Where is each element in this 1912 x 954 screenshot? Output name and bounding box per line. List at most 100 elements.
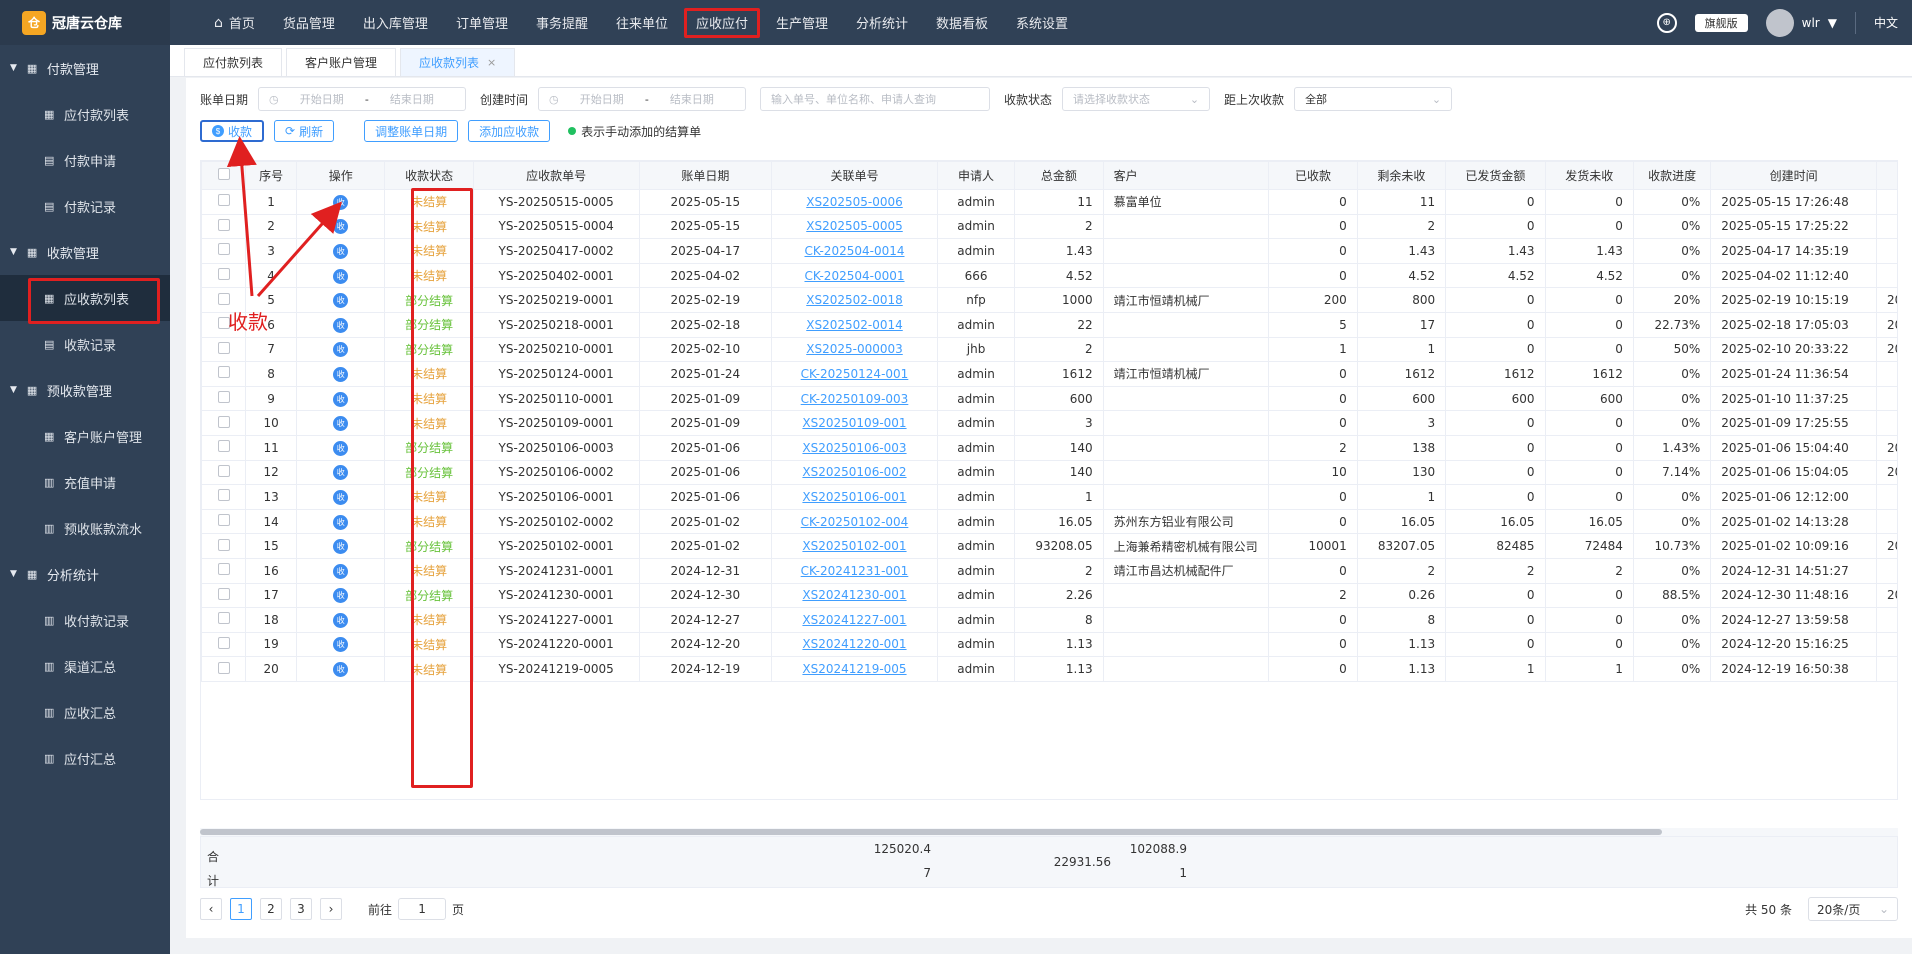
sidebar-item-3-0[interactable]: ▥ 收付款记录: [0, 597, 170, 643]
collect-row-icon[interactable]: 收: [333, 612, 349, 628]
adjust-bill-date-button[interactable]: 调整账单日期: [364, 120, 459, 142]
table-row[interactable]: 4 收 未结算 YS-20250402-0001 2025-04-02 CK-202504…: [201, 262, 1897, 289]
collect-row-icon[interactable]: 收: [333, 637, 349, 653]
related-order-link[interactable]: XS202502-0018: [806, 293, 903, 307]
related-order-link[interactable]: XS20250109-001: [802, 416, 906, 430]
collect-row-icon[interactable]: 收: [333, 440, 349, 456]
checkbox[interactable]: [217, 194, 230, 207]
nav-item-4[interactable]: 事务提醒: [522, 0, 602, 45]
related-order-link[interactable]: CK-20250124-001: [801, 367, 909, 381]
collect-row-icon[interactable]: 收: [333, 391, 349, 407]
row-checkbox-cell[interactable]: [201, 631, 247, 658]
table-row[interactable]: 6 收部分结算 YS-20250218-0001 2025-02-18 XS202502…: [201, 311, 1897, 338]
close-icon[interactable]: ×: [487, 56, 496, 69]
checkbox[interactable]: [217, 514, 230, 527]
sidebar-item-0-2[interactable]: ▤ 付款记录: [0, 183, 170, 229]
checkbox[interactable]: [217, 168, 230, 180]
nav-item-0[interactable]: ⌂ 首页: [200, 0, 269, 45]
table-row[interactable]: 3 收 未结算 YS-20250417-0002 2025-04-17 CK-202504…: [201, 238, 1897, 264]
scrollbar-thumb[interactable]: [200, 829, 1662, 835]
sidebar-item-3-3[interactable]: ▥ 应付汇总: [0, 735, 170, 781]
table-row[interactable]: 1 收 未结算 YS-20250515-0005 2025-05-15 XS202505-…: [201, 189, 1897, 215]
row-checkbox-cell[interactable]: [201, 459, 247, 486]
table-row[interactable]: 11 收 部分结算 YS-20250106-0003 2025-01-06 XS20250…: [201, 434, 1897, 461]
checkbox[interactable]: [217, 218, 230, 231]
page-button-3[interactable]: 3: [290, 898, 312, 920]
related-order-link[interactable]: XS202502-0014: [806, 318, 903, 332]
sidebar-group-1[interactable]: ▼ ▦ 收款管理: [0, 229, 170, 275]
collect-row-icon[interactable]: 收: [333, 342, 349, 358]
table-row[interactable]: 18 收 未结算 YS-20241227-0001 2024-12-27 XS202412…: [201, 607, 1897, 633]
collect-row-icon[interactable]: 收: [333, 539, 349, 555]
table-row[interactable]: 19 收 未结算 YS-20241220-0001 2024-12-20 XS202412…: [201, 631, 1897, 658]
table-row[interactable]: 5 收部分结算 YS-20250219-0001 2025-02-19 XS202502…: [201, 287, 1897, 313]
related-order-link[interactable]: XS20250106-003: [802, 441, 906, 455]
checkbox[interactable]: [217, 243, 230, 256]
row-checkbox-cell[interactable]: [201, 213, 247, 240]
collect-row-icon[interactable]: 收: [333, 489, 349, 505]
collect-row-icon[interactable]: 收: [333, 416, 349, 432]
nav-item-8[interactable]: 分析统计: [842, 0, 922, 45]
checkbox[interactable]: [217, 268, 230, 281]
collect-row-icon[interactable]: 收: [333, 268, 349, 284]
related-order-link[interactable]: CK-20250102-004: [801, 515, 909, 529]
checkbox[interactable]: [217, 391, 230, 404]
row-checkbox-cell[interactable]: [201, 189, 247, 215]
nav-item-2[interactable]: 出入库管理: [349, 0, 442, 45]
row-checkbox-cell[interactable]: [201, 385, 247, 412]
search-input[interactable]: 输入单号、单位名称、申请人查询: [760, 87, 991, 111]
checkbox[interactable]: [217, 464, 230, 477]
collect-row-icon[interactable]: 收: [333, 317, 349, 333]
nav-item-6[interactable]: 应收应付: [682, 0, 762, 45]
nav-item-1[interactable]: 货品管理: [269, 0, 349, 45]
horizontal-scrollbar[interactable]: [200, 828, 1898, 836]
page-size-select[interactable]: 20条/页 ⌄: [1808, 897, 1898, 921]
checkbox[interactable]: [217, 636, 230, 649]
next-page-button[interactable]: ›: [320, 898, 342, 920]
table-row[interactable]: 2 收 未结算 YS-20250515-0004 2025-05-15 XS202505-…: [201, 213, 1897, 240]
sidebar-item-0-1[interactable]: ▤ 付款申请: [0, 137, 170, 183]
goto-page-input[interactable]: 1: [398, 898, 447, 920]
collect-row-icon[interactable]: 收: [333, 465, 349, 481]
collect-row-icon[interactable]: 收: [333, 366, 349, 382]
related-order-link[interactable]: CK-20241231-001: [801, 564, 909, 578]
last-collect-select[interactable]: 全部 ⌄: [1294, 87, 1453, 111]
sidebar-item-3-2[interactable]: ▥ 应收汇总: [0, 689, 170, 735]
collect-row-icon[interactable]: 收: [333, 293, 349, 309]
page-button-2[interactable]: 2: [260, 898, 282, 920]
prev-page-button[interactable]: ‹: [200, 898, 222, 920]
checkbox[interactable]: [217, 489, 230, 502]
bill-date-range[interactable]: ◷ 开始日期 - 结束日期: [258, 87, 467, 111]
row-checkbox-cell[interactable]: [201, 484, 247, 510]
table-row[interactable]: 12 收 部分结算 YS-20250106-0002 2025-01-06 XS20250…: [201, 459, 1897, 486]
collect-row-icon[interactable]: 收: [333, 662, 349, 678]
related-order-link[interactable]: CK-20250109-003: [801, 392, 909, 406]
row-checkbox-cell[interactable]: [201, 262, 247, 289]
sidebar-item-0-0[interactable]: ▦ 应付款列表: [0, 91, 170, 137]
table-row[interactable]: 16 收 未结算 YS-20241231-0001 2024-12-31 CK-20241…: [201, 557, 1897, 584]
refresh-button[interactable]: ⟳ 刷新: [274, 120, 335, 142]
collect-row-icon[interactable]: 收: [333, 588, 349, 604]
select-all-checkbox[interactable]: [201, 161, 247, 190]
related-order-link[interactable]: XS20241219-005: [802, 662, 906, 676]
related-order-link[interactable]: CK-202504-0001: [804, 269, 904, 283]
table-row[interactable]: 20 收 未结算 YS-20241219-0005 2024-12-19 XS202412…: [201, 656, 1897, 682]
table-row[interactable]: 10 收 未结算 YS-20250109-0001 2025-01-09 XS202501…: [201, 410, 1897, 436]
related-order-link[interactable]: XS20241227-001: [802, 613, 906, 627]
checkbox[interactable]: [217, 538, 230, 551]
nav-item-10[interactable]: 系统设置: [1002, 0, 1082, 45]
table-row[interactable]: 9 收 未结算 YS-20250110-0001 2025-01-09 CK-202501…: [201, 385, 1897, 412]
row-checkbox-cell[interactable]: [201, 410, 247, 436]
sidebar-item-2-1[interactable]: ▥ 充值申请: [0, 459, 170, 505]
row-checkbox-cell[interactable]: [201, 656, 247, 682]
collect-row-icon[interactable]: 收: [333, 514, 349, 530]
user-menu[interactable]: wlr ▼: [1765, 8, 1837, 37]
table-row[interactable]: 14 收 未结算 YS-20250102-0002 2025-01-02 CK-20250…: [201, 508, 1897, 535]
github-icon[interactable]: ⊕: [1656, 12, 1677, 33]
related-order-link[interactable]: XS2025-000003: [806, 342, 903, 356]
row-checkbox-cell[interactable]: [201, 238, 247, 264]
related-order-link[interactable]: XS20250102-001: [802, 539, 906, 553]
table-row[interactable]: 7 收 部分结算 YS-20250210-0001 2025-02-10 XS2025-0…: [201, 336, 1897, 363]
sidebar-group-2[interactable]: ▼ ▦ 预收款管理: [0, 367, 170, 413]
app-logo[interactable]: 仓 冠唐云仓库: [0, 0, 170, 45]
